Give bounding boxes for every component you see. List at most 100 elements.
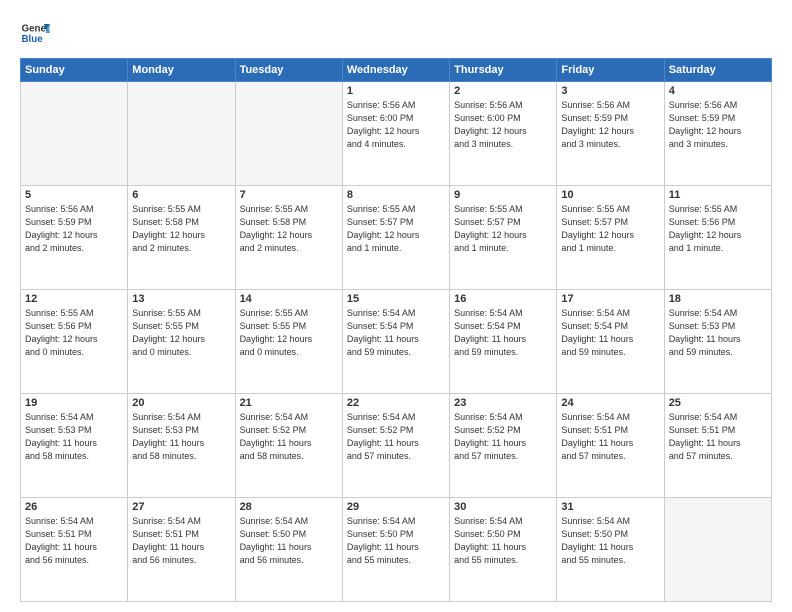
calendar-cell: 10 Sunrise: 5:55 AM Sunset: 5:57 PM Dayli…: [557, 186, 664, 290]
day-info: Sunrise: 5:55 AM Sunset: 5:58 PM Dayligh…: [240, 203, 338, 255]
header: General Blue: [20, 18, 772, 48]
day-number: 13: [132, 293, 230, 305]
weekday-header-saturday: Saturday: [664, 59, 771, 82]
week-row-1: 5 Sunrise: 5:56 AM Sunset: 5:59 PM Daylig…: [21, 186, 772, 290]
day-number: 24: [561, 397, 659, 409]
day-info: Sunrise: 5:56 AM Sunset: 6:00 PM Dayligh…: [454, 99, 552, 151]
day-number: 9: [454, 189, 552, 201]
calendar-cell: 6 Sunrise: 5:55 AM Sunset: 5:58 PM Daylig…: [128, 186, 235, 290]
day-number: 28: [240, 501, 338, 513]
day-number: 20: [132, 397, 230, 409]
calendar-cell: [128, 82, 235, 186]
day-number: 25: [669, 397, 767, 409]
weekday-header-row: SundayMondayTuesdayWednesdayThursdayFrid…: [21, 59, 772, 82]
day-number: 19: [25, 397, 123, 409]
day-info: Sunrise: 5:54 AM Sunset: 5:50 PM Dayligh…: [240, 515, 338, 567]
day-info: Sunrise: 5:54 AM Sunset: 5:51 PM Dayligh…: [132, 515, 230, 567]
day-info: Sunrise: 5:54 AM Sunset: 5:50 PM Dayligh…: [347, 515, 445, 567]
day-number: 27: [132, 501, 230, 513]
week-row-2: 12Sunrise: 5:55 AM Sunset: 5:56 PM Dayli…: [21, 290, 772, 394]
day-info: Sunrise: 5:56 AM Sunset: 5:59 PM Dayligh…: [669, 99, 767, 151]
day-number: 12: [25, 293, 123, 305]
day-info: Sunrise: 5:55 AM Sunset: 5:57 PM Dayligh…: [454, 203, 552, 255]
week-row-0: 1 Sunrise: 5:56 AM Sunset: 6:00 PM Daylig…: [21, 82, 772, 186]
day-number: 6: [132, 189, 230, 201]
calendar-cell: 9 Sunrise: 5:55 AM Sunset: 5:57 PM Daylig…: [450, 186, 557, 290]
day-info: Sunrise: 5:54 AM Sunset: 5:51 PM Dayligh…: [561, 411, 659, 463]
day-info: Sunrise: 5:54 AM Sunset: 5:54 PM Dayligh…: [454, 307, 552, 359]
day-number: 14: [240, 293, 338, 305]
day-number: 31: [561, 501, 659, 513]
calendar-cell: 29 Sunrise: 5:54 AM Sunset: 5:50 PM Dayli…: [342, 498, 449, 602]
calendar-cell: 24 Sunrise: 5:54 AM Sunset: 5:51 PM Dayli…: [557, 394, 664, 498]
day-number: 17: [561, 293, 659, 305]
weekday-header-sunday: Sunday: [21, 59, 128, 82]
day-info: Sunrise: 5:54 AM Sunset: 5:51 PM Dayligh…: [669, 411, 767, 463]
day-number: 29: [347, 501, 445, 513]
day-number: 2: [454, 85, 552, 97]
svg-text:Blue: Blue: [22, 34, 44, 45]
day-number: 1: [347, 85, 445, 97]
weekday-header-wednesday: Wednesday: [342, 59, 449, 82]
calendar-cell: 20 Sunrise: 5:54 AM Sunset: 5:53 PM Dayli…: [128, 394, 235, 498]
calendar-cell: 19 Sunrise: 5:54 AM Sunset: 5:53 PM Dayli…: [21, 394, 128, 498]
day-number: 21: [240, 397, 338, 409]
calendar-cell: 28 Sunrise: 5:54 AM Sunset: 5:50 PM Dayli…: [235, 498, 342, 602]
day-info: Sunrise: 5:54 AM Sunset: 5:52 PM Dayligh…: [240, 411, 338, 463]
day-number: 30: [454, 501, 552, 513]
calendar-cell: 26Sunrise: 5:54 AM Sunset: 5:51 PM Dayli…: [21, 498, 128, 602]
day-number: 23: [454, 397, 552, 409]
day-info: Sunrise: 5:56 AM Sunset: 6:00 PM Dayligh…: [347, 99, 445, 151]
day-info: Sunrise: 5:54 AM Sunset: 5:53 PM Dayligh…: [132, 411, 230, 463]
page: General Blue SundayMondayTuesdayWednesda…: [0, 0, 792, 612]
calendar-cell: 15 Sunrise: 5:54 AM Sunset: 5:54 PM Dayli…: [342, 290, 449, 394]
calendar-cell: 1 Sunrise: 5:56 AM Sunset: 6:00 PM Daylig…: [342, 82, 449, 186]
day-info: Sunrise: 5:56 AM Sunset: 5:59 PM Dayligh…: [561, 99, 659, 151]
day-info: Sunrise: 5:56 AM Sunset: 5:59 PM Dayligh…: [25, 203, 123, 255]
weekday-header-friday: Friday: [557, 59, 664, 82]
calendar-cell: 27 Sunrise: 5:54 AM Sunset: 5:51 PM Dayli…: [128, 498, 235, 602]
calendar-cell: 5 Sunrise: 5:56 AM Sunset: 5:59 PM Daylig…: [21, 186, 128, 290]
day-number: 3: [561, 85, 659, 97]
week-row-3: 19 Sunrise: 5:54 AM Sunset: 5:53 PM Dayli…: [21, 394, 772, 498]
day-info: Sunrise: 5:54 AM Sunset: 5:53 PM Dayligh…: [25, 411, 123, 463]
day-number: 10: [561, 189, 659, 201]
calendar-cell: 17 Sunrise: 5:54 AM Sunset: 5:54 PM Dayli…: [557, 290, 664, 394]
day-info: Sunrise: 5:55 AM Sunset: 5:55 PM Dayligh…: [240, 307, 338, 359]
calendar-cell: 12Sunrise: 5:55 AM Sunset: 5:56 PM Dayli…: [21, 290, 128, 394]
calendar-cell: 7 Sunrise: 5:55 AM Sunset: 5:58 PM Daylig…: [235, 186, 342, 290]
logo: General Blue: [20, 18, 50, 48]
calendar-cell: 18Sunrise: 5:54 AM Sunset: 5:53 PM Dayli…: [664, 290, 771, 394]
calendar-cell: 16Sunrise: 5:54 AM Sunset: 5:54 PM Dayli…: [450, 290, 557, 394]
day-number: 5: [25, 189, 123, 201]
day-info: Sunrise: 5:55 AM Sunset: 5:57 PM Dayligh…: [347, 203, 445, 255]
day-number: 22: [347, 397, 445, 409]
day-number: 15: [347, 293, 445, 305]
calendar-cell: [664, 498, 771, 602]
day-number: 4: [669, 85, 767, 97]
weekday-header-thursday: Thursday: [450, 59, 557, 82]
calendar-cell: 11Sunrise: 5:55 AM Sunset: 5:56 PM Dayli…: [664, 186, 771, 290]
day-info: Sunrise: 5:55 AM Sunset: 5:57 PM Dayligh…: [561, 203, 659, 255]
calendar-cell: 3 Sunrise: 5:56 AM Sunset: 5:59 PM Daylig…: [557, 82, 664, 186]
day-info: Sunrise: 5:54 AM Sunset: 5:54 PM Dayligh…: [347, 307, 445, 359]
calendar-table: SundayMondayTuesdayWednesdayThursdayFrid…: [20, 58, 772, 602]
calendar-cell: 13Sunrise: 5:55 AM Sunset: 5:55 PM Dayli…: [128, 290, 235, 394]
calendar-cell: 8 Sunrise: 5:55 AM Sunset: 5:57 PM Daylig…: [342, 186, 449, 290]
calendar-cell: [21, 82, 128, 186]
day-info: Sunrise: 5:54 AM Sunset: 5:52 PM Dayligh…: [454, 411, 552, 463]
day-info: Sunrise: 5:55 AM Sunset: 5:56 PM Dayligh…: [669, 203, 767, 255]
calendar-cell: 4 Sunrise: 5:56 AM Sunset: 5:59 PM Daylig…: [664, 82, 771, 186]
day-info: Sunrise: 5:54 AM Sunset: 5:54 PM Dayligh…: [561, 307, 659, 359]
calendar-cell: 2 Sunrise: 5:56 AM Sunset: 6:00 PM Daylig…: [450, 82, 557, 186]
calendar-cell: 30 Sunrise: 5:54 AM Sunset: 5:50 PM Dayli…: [450, 498, 557, 602]
weekday-header-monday: Monday: [128, 59, 235, 82]
day-number: 7: [240, 189, 338, 201]
day-info: Sunrise: 5:54 AM Sunset: 5:50 PM Dayligh…: [454, 515, 552, 567]
day-info: Sunrise: 5:54 AM Sunset: 5:50 PM Dayligh…: [561, 515, 659, 567]
day-info: Sunrise: 5:55 AM Sunset: 5:58 PM Dayligh…: [132, 203, 230, 255]
day-number: 8: [347, 189, 445, 201]
calendar-cell: 23 Sunrise: 5:54 AM Sunset: 5:52 PM Dayli…: [450, 394, 557, 498]
calendar-cell: 22Sunrise: 5:54 AM Sunset: 5:52 PM Dayli…: [342, 394, 449, 498]
weekday-header-tuesday: Tuesday: [235, 59, 342, 82]
